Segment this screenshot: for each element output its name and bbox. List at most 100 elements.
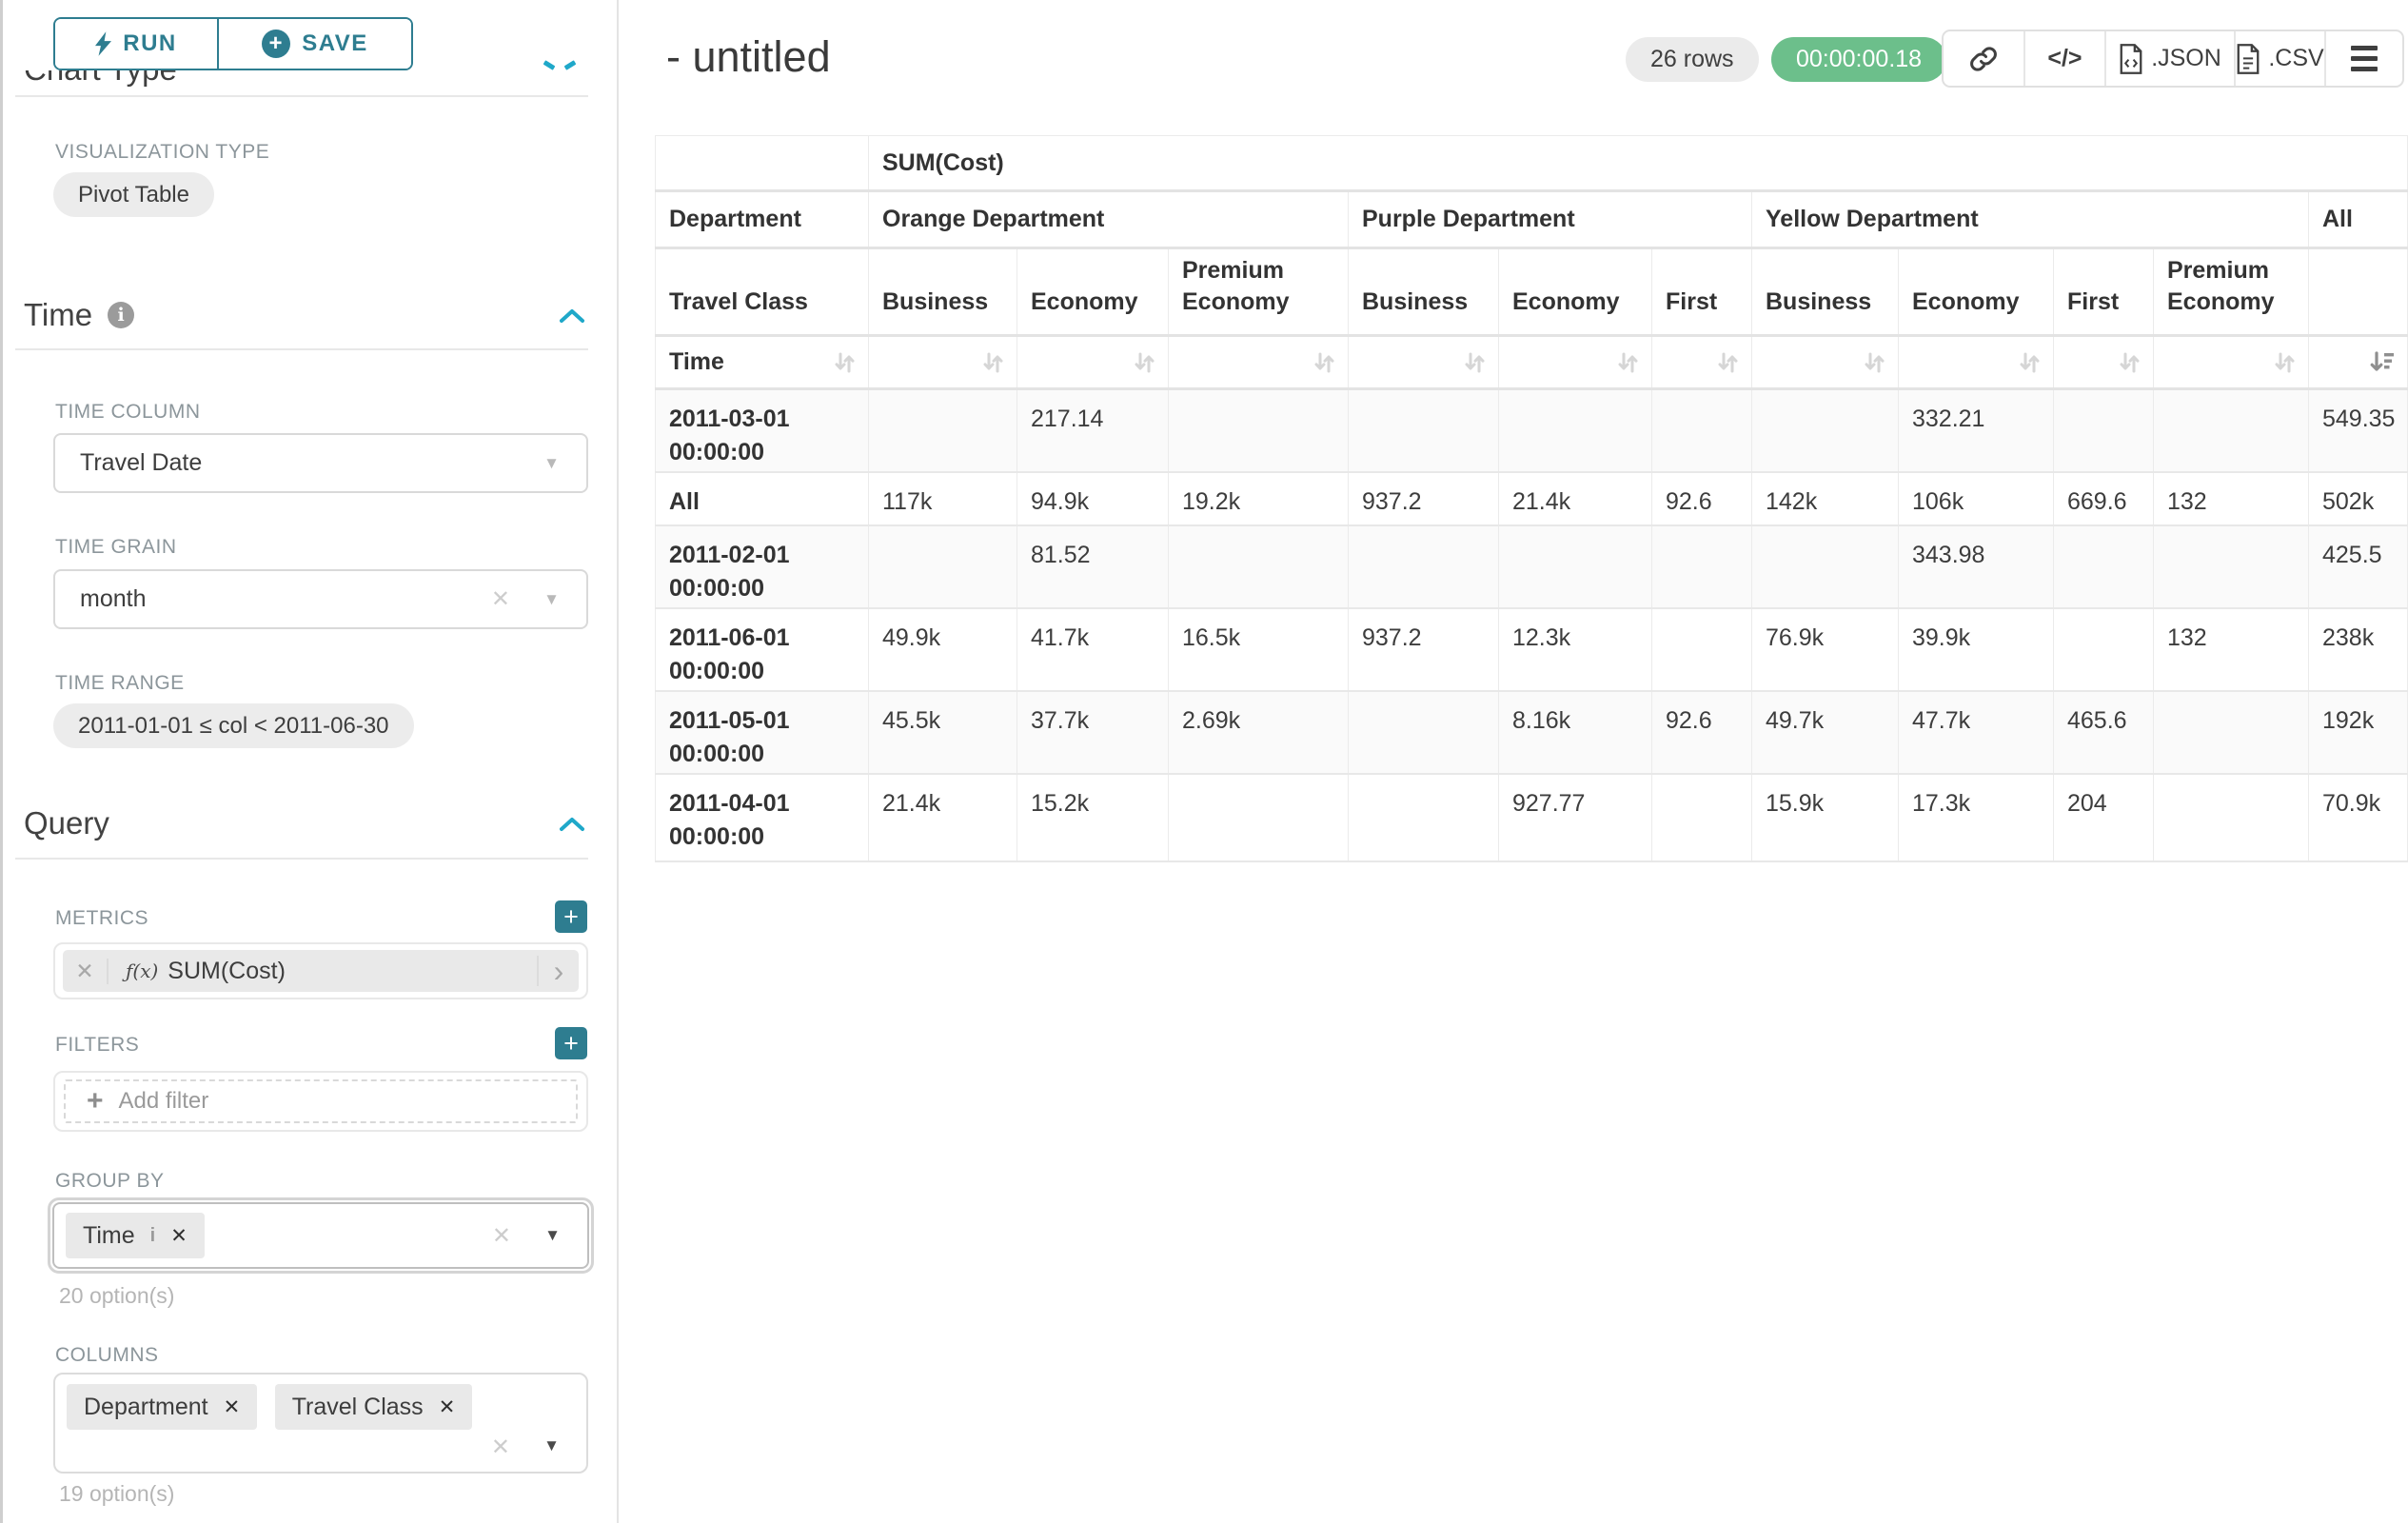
group-header: Purple Department bbox=[1349, 191, 1752, 248]
pivot-cell bbox=[1652, 608, 1752, 691]
column-sort-header[interactable] bbox=[1349, 336, 1499, 389]
query-duration-badge: 00:00:00.18 bbox=[1771, 37, 1946, 82]
remove-chip-icon[interactable]: ✕ bbox=[224, 1395, 241, 1419]
time-grain-select[interactable]: month ✕ ▼ bbox=[53, 569, 588, 629]
time-range-pill[interactable]: 2011-01-01 ≤ col < 2011-06-30 bbox=[53, 703, 414, 748]
group-by-chip-time[interactable]: Time i ✕ bbox=[66, 1213, 205, 1258]
remove-metric-icon[interactable]: ✕ bbox=[63, 959, 109, 984]
column-sort-header[interactable] bbox=[869, 336, 1017, 389]
file-icon bbox=[2119, 44, 2143, 74]
pivot-cell bbox=[2154, 691, 2309, 774]
column-sort-header[interactable] bbox=[1899, 336, 2054, 389]
time-sort-header[interactable]: Time bbox=[656, 336, 869, 389]
sort-icon[interactable] bbox=[1132, 350, 1156, 375]
share-link-button[interactable] bbox=[1944, 31, 2025, 86]
class-header bbox=[2309, 248, 2408, 336]
pivot-cell: 92.6 bbox=[1652, 691, 1752, 774]
chevron-down-icon[interactable]: ▼ bbox=[543, 454, 560, 473]
pivot-cell bbox=[869, 389, 1017, 472]
sort-icon[interactable] bbox=[1862, 350, 1886, 375]
action-bar: RUN + SAVE bbox=[3, 0, 612, 70]
sort-icon[interactable] bbox=[1312, 350, 1336, 375]
clear-icon[interactable]: ✕ bbox=[492, 1222, 511, 1250]
column-sort-header-active[interactable] bbox=[2309, 336, 2408, 389]
pivot-cell bbox=[2154, 525, 2309, 608]
sort-icon[interactable] bbox=[980, 350, 1005, 375]
columns-options-hint: 19 option(s) bbox=[59, 1481, 174, 1507]
sort-icon[interactable] bbox=[2272, 350, 2297, 375]
class-header: Economy bbox=[1499, 248, 1652, 336]
remove-chip-icon[interactable]: ✕ bbox=[170, 1224, 188, 1248]
column-sort-header[interactable] bbox=[1652, 336, 1752, 389]
time-section-header[interactable]: Time i bbox=[24, 297, 134, 333]
sort-icon[interactable] bbox=[1462, 350, 1487, 375]
column-sort-header[interactable] bbox=[1752, 336, 1899, 389]
table-row: 2011-05-01 00:00:00 45.5k 37.7k 2.69k 8.… bbox=[656, 691, 2408, 774]
metric-item[interactable]: ✕ ƒ(x) SUM(Cost) › bbox=[63, 950, 579, 992]
chevron-down-icon[interactable]: ▼ bbox=[544, 1226, 561, 1245]
sort-icon[interactable] bbox=[832, 350, 857, 375]
pivot-cell: 17.3k bbox=[1899, 774, 2054, 861]
chevron-down-icon[interactable]: ▼ bbox=[543, 1436, 560, 1455]
corner-cell bbox=[656, 136, 869, 191]
column-sort-header[interactable] bbox=[1499, 336, 1652, 389]
pivot-cell bbox=[1752, 389, 1899, 472]
add-filter-plus-button[interactable]: + bbox=[555, 1027, 587, 1059]
class-header: Premium Economy bbox=[2154, 248, 2309, 336]
chevron-right-icon[interactable]: › bbox=[537, 956, 579, 986]
panel-resize-handle[interactable] bbox=[0, 0, 3, 1523]
chevron-down-icon[interactable]: ▼ bbox=[543, 590, 560, 609]
row-label: 2011-03-01 00:00:00 bbox=[656, 389, 869, 472]
pivot-cell bbox=[1652, 389, 1752, 472]
chevron-up-icon[interactable] bbox=[558, 307, 586, 326]
clear-icon[interactable]: ✕ bbox=[491, 585, 510, 613]
more-options-button[interactable] bbox=[2326, 31, 2402, 86]
sort-icon[interactable] bbox=[2017, 350, 2042, 375]
export-json-button[interactable]: .JSON bbox=[2106, 31, 2235, 86]
time-column-select[interactable]: Travel Date ▼ bbox=[53, 433, 588, 493]
sort-icon[interactable] bbox=[2117, 350, 2142, 375]
column-sort-header[interactable] bbox=[2154, 336, 2309, 389]
save-button[interactable]: + SAVE bbox=[219, 19, 411, 69]
run-button[interactable]: RUN bbox=[55, 19, 219, 69]
pivot-cell bbox=[869, 525, 1017, 608]
group-by-label: GROUP BY bbox=[55, 1170, 164, 1193]
export-csv-button[interactable]: .CSV bbox=[2236, 31, 2327, 86]
info-icon[interactable]: i bbox=[108, 302, 134, 328]
query-section-header[interactable]: Query bbox=[24, 805, 109, 841]
visualization-type-pill[interactable]: Pivot Table bbox=[53, 172, 214, 217]
pivot-cell: 92.6 bbox=[1652, 472, 1752, 525]
view-query-button[interactable]: </> bbox=[2025, 31, 2107, 86]
clear-icon[interactable]: ✕ bbox=[491, 1434, 510, 1461]
column-sort-header[interactable] bbox=[1169, 336, 1349, 389]
pivot-cell: 47.7k bbox=[1899, 691, 2054, 774]
column-sort-header[interactable] bbox=[1017, 336, 1169, 389]
sort-descending-icon[interactable] bbox=[2369, 350, 2396, 375]
columns-chip-department[interactable]: Department ✕ bbox=[67, 1384, 257, 1430]
sort-icon[interactable] bbox=[1615, 350, 1640, 375]
chart-title[interactable]: - untitled bbox=[666, 32, 831, 82]
pivot-cell bbox=[1169, 525, 1349, 608]
pivot-cell: 94.9k bbox=[1017, 472, 1169, 525]
export-toolbar: </> .JSON .CSV bbox=[1942, 30, 2404, 88]
pivot-cell: 81.52 bbox=[1017, 525, 1169, 608]
columns-select[interactable]: Department ✕ Travel Class ✕ ✕ ▼ bbox=[53, 1373, 588, 1474]
remove-chip-icon[interactable]: ✕ bbox=[439, 1395, 456, 1419]
column-sort-header[interactable] bbox=[2054, 336, 2154, 389]
group-by-select[interactable]: Time i ✕ ✕ ▼ bbox=[48, 1197, 594, 1274]
add-filter-button[interactable]: + Add filter bbox=[64, 1079, 578, 1123]
columns-chip-travel-class[interactable]: Travel Class ✕ bbox=[275, 1384, 473, 1430]
chevron-up-icon[interactable] bbox=[558, 815, 586, 834]
sort-icon[interactable] bbox=[1715, 350, 1740, 375]
pivot-cell: 204 bbox=[2054, 774, 2154, 861]
info-icon[interactable]: i bbox=[150, 1225, 156, 1247]
pivot-cell: 76.9k bbox=[1752, 608, 1899, 691]
pivot-cell: 21.4k bbox=[869, 774, 1017, 861]
add-filter-label: Add filter bbox=[119, 1088, 209, 1115]
add-metric-button[interactable]: + bbox=[555, 900, 587, 933]
chart-area: - untitled 26 rows 00:00:00.18 </> .JSON… bbox=[621, 0, 2408, 1523]
time-range-label: TIME RANGE bbox=[55, 672, 185, 695]
table-row: All 117k 94.9k 19.2k 937.2 21.4k 92.6 14… bbox=[656, 472, 2408, 525]
pivot-cell: 70.9k bbox=[2309, 774, 2408, 861]
pivot-cell: 343.98 bbox=[1899, 525, 2054, 608]
